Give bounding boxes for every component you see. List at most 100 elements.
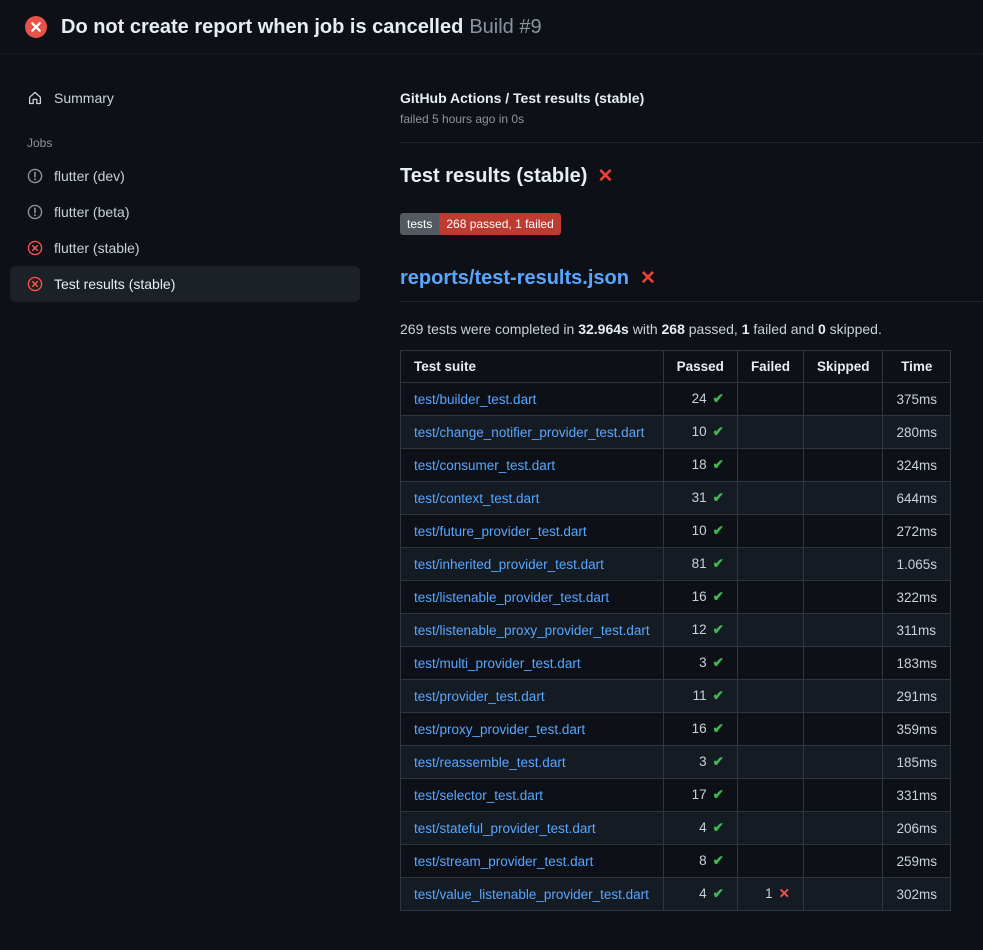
suite-link[interactable]: test/provider_test.dart xyxy=(414,689,545,704)
summary-text: failed and xyxy=(750,321,819,337)
badge-label: tests xyxy=(400,213,439,235)
summary-text: 269 tests were completed in xyxy=(400,321,578,337)
check-icon: ✔ xyxy=(713,556,724,571)
suite-cell: test/builder_test.dart xyxy=(401,383,664,416)
build-title: Do not create report when job is cancell… xyxy=(61,16,463,38)
column-header: Test suite xyxy=(401,351,664,383)
failed-cell xyxy=(737,449,803,482)
job-label: flutter (dev) xyxy=(54,168,125,184)
check-icon: ✔ xyxy=(713,490,724,505)
time-cell: 272ms xyxy=(883,515,951,548)
job-label: Test results (stable) xyxy=(54,276,175,292)
build-failed-icon xyxy=(24,15,48,39)
passed-cell: 24✔ xyxy=(663,383,737,416)
tests-badge: tests268 passed, 1 failed xyxy=(400,213,561,235)
summary-skipped-count: 0 xyxy=(818,321,826,337)
suite-link[interactable]: test/multi_provider_test.dart xyxy=(414,656,581,671)
suite-cell: test/future_provider_test.dart xyxy=(401,515,664,548)
report-link[interactable]: reports/test-results.json xyxy=(400,267,629,290)
jobs-list: flutter (dev) flutter (beta) flutter (stab… xyxy=(10,158,360,302)
time-cell: 259ms xyxy=(883,845,951,878)
check-icon: ✔ xyxy=(713,721,724,736)
job-label: flutter (stable) xyxy=(54,240,140,256)
jobs-section-label: Jobs xyxy=(10,116,360,158)
sidebar-job-item[interactable]: flutter (stable) xyxy=(10,230,360,266)
build-header: Do not create report when job is cancell… xyxy=(0,0,983,54)
suite-link[interactable]: test/future_provider_test.dart xyxy=(414,524,587,539)
suite-cell: test/stateful_provider_test.dart xyxy=(401,812,664,845)
table-row: test/stateful_provider_test.dart4✔206ms xyxy=(401,812,951,845)
header-row: Test suitePassedFailedSkippedTime xyxy=(401,351,951,383)
failed-icon xyxy=(27,240,43,256)
skipped-cell xyxy=(803,515,883,548)
header-divider xyxy=(400,142,983,143)
time-cell: 644ms xyxy=(883,482,951,515)
suite-link[interactable]: test/reassemble_test.dart xyxy=(414,755,566,770)
time-cell: 359ms xyxy=(883,713,951,746)
section-title: Test results (stable) xyxy=(400,165,587,188)
check-icon: ✔ xyxy=(713,589,724,604)
suite-cell: test/listenable_proxy_provider_test.dart xyxy=(401,614,664,647)
time-cell: 311ms xyxy=(883,614,951,647)
skipped-cell xyxy=(803,449,883,482)
time-cell: 291ms xyxy=(883,680,951,713)
sidebar-job-item[interactable]: Test results (stable) xyxy=(10,266,360,302)
skipped-cell xyxy=(803,878,883,911)
failed-cell xyxy=(737,614,803,647)
report-title-row: reports/test-results.json ✕ xyxy=(400,267,983,302)
suite-cell: test/selector_test.dart xyxy=(401,779,664,812)
suite-cell: test/reassemble_test.dart xyxy=(401,746,664,779)
skipped-cell xyxy=(803,614,883,647)
suite-link[interactable]: test/stateful_provider_test.dart xyxy=(414,821,596,836)
passed-cell: 12✔ xyxy=(663,614,737,647)
table-row: test/inherited_provider_test.dart81✔1.06… xyxy=(401,548,951,581)
skipped-cell xyxy=(803,581,883,614)
suite-link[interactable]: test/listenable_proxy_provider_test.dart xyxy=(414,623,650,638)
check-icon: ✔ xyxy=(713,655,724,670)
results-table: Test suitePassedFailedSkippedTime test/b… xyxy=(400,350,951,911)
sidebar-job-item[interactable]: flutter (dev) xyxy=(10,158,360,194)
failed-cell xyxy=(737,383,803,416)
table-row: test/builder_test.dart24✔375ms xyxy=(401,383,951,416)
failed-cell xyxy=(737,713,803,746)
skipped-cell xyxy=(803,812,883,845)
sidebar-job-item[interactable]: flutter (beta) xyxy=(10,194,360,230)
suite-link[interactable]: test/value_listenable_provider_test.dart xyxy=(414,887,649,902)
page-layout: Summary Jobs flutter (dev) flutter (beta)… xyxy=(0,54,983,911)
failed-icon xyxy=(27,276,43,292)
skipped-cell xyxy=(803,647,883,680)
column-header: Skipped xyxy=(803,351,883,383)
column-header: Passed xyxy=(663,351,737,383)
passed-cell: 3✔ xyxy=(663,647,737,680)
check-icon: ✔ xyxy=(713,853,724,868)
suite-link[interactable]: test/listenable_provider_test.dart xyxy=(414,590,609,605)
run-status-line: failed 5 hours ago in 0s xyxy=(400,112,951,126)
skipped-cell xyxy=(803,383,883,416)
sidebar-item-summary[interactable]: Summary xyxy=(10,80,360,116)
suite-link[interactable]: test/stream_provider_test.dart xyxy=(414,854,593,869)
suite-link[interactable]: test/consumer_test.dart xyxy=(414,458,555,473)
main-content: GitHub Actions / Test results (stable) f… xyxy=(370,54,983,911)
suite-link[interactable]: test/builder_test.dart xyxy=(414,392,536,407)
sidebar: Summary Jobs flutter (dev) flutter (beta)… xyxy=(0,54,370,302)
suite-link[interactable]: test/proxy_provider_test.dart xyxy=(414,722,585,737)
passed-cell: 81✔ xyxy=(663,548,737,581)
suite-cell: test/change_notifier_provider_test.dart xyxy=(401,416,664,449)
suite-link[interactable]: test/selector_test.dart xyxy=(414,788,543,803)
table-row: test/change_notifier_provider_test.dart1… xyxy=(401,416,951,449)
suite-link[interactable]: test/change_notifier_provider_test.dart xyxy=(414,425,644,440)
job-label: flutter (beta) xyxy=(54,204,129,220)
failed-x-icon: ✕ xyxy=(597,167,613,186)
table-row: test/listenable_proxy_provider_test.dart… xyxy=(401,614,951,647)
failed-cell xyxy=(737,746,803,779)
suite-link[interactable]: test/inherited_provider_test.dart xyxy=(414,557,604,572)
check-icon: ✔ xyxy=(713,523,724,538)
summary-line: 269 tests were completed in 32.964s with… xyxy=(400,321,951,337)
skipped-cell xyxy=(803,680,883,713)
table-row: test/multi_provider_test.dart3✔183ms xyxy=(401,647,951,680)
table-row: test/selector_test.dart17✔331ms xyxy=(401,779,951,812)
neutral-icon xyxy=(27,204,43,220)
time-cell: 185ms xyxy=(883,746,951,779)
suite-link[interactable]: test/context_test.dart xyxy=(414,491,539,506)
failed-x-icon: ✕ xyxy=(640,269,656,288)
